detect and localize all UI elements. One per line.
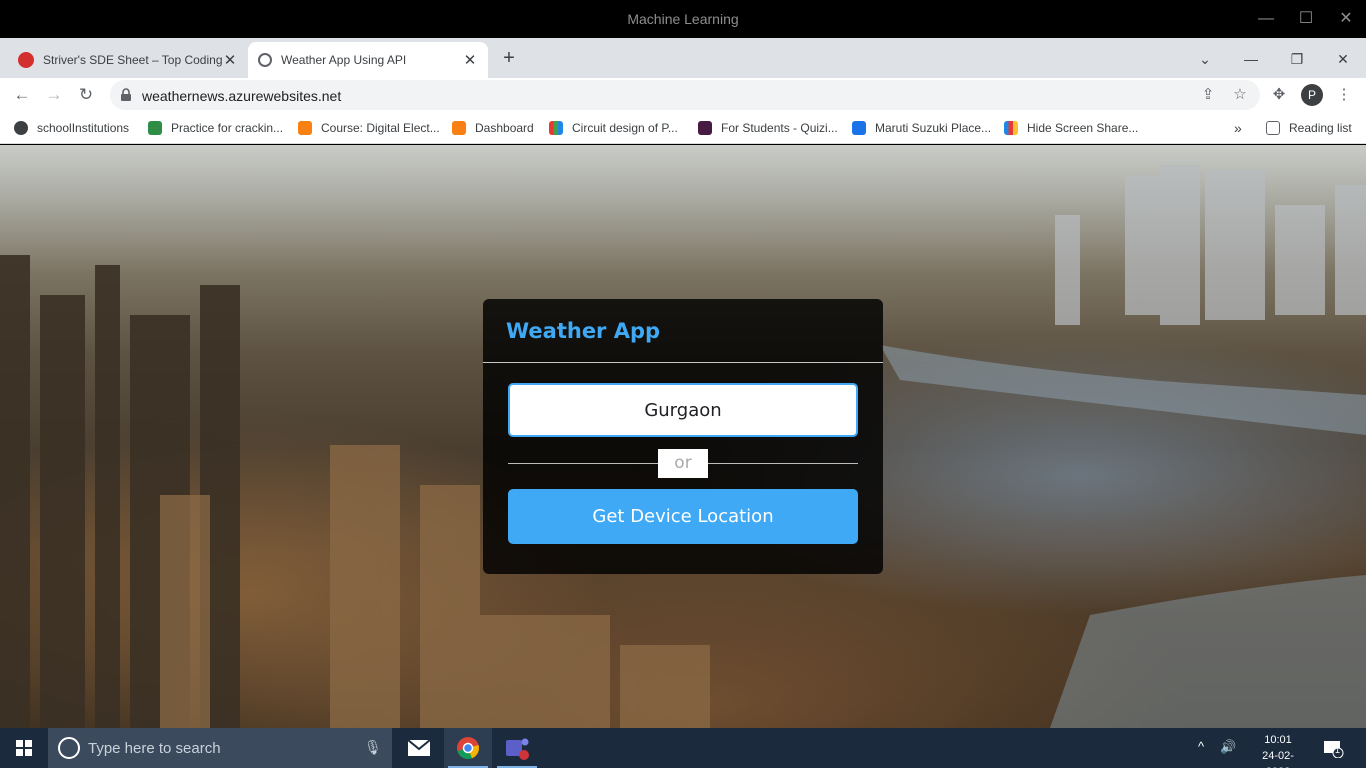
- clock-time: 10:01: [1264, 734, 1292, 746]
- reading-list-icon: [1266, 121, 1280, 135]
- forward-arrow-icon[interactable]: →: [42, 83, 66, 107]
- close-tab-icon[interactable]: ✕: [222, 51, 238, 69]
- tab-label: Striver's SDE Sheet – Top Coding: [43, 53, 222, 67]
- bookmark-label: schoolInstitutions: [37, 121, 130, 135]
- bookmark-label: Hide Screen Share...: [1027, 121, 1139, 135]
- bookmark-label: Course: Digital Elect...: [321, 121, 440, 135]
- restore-browser-button[interactable]: ❐: [1286, 48, 1308, 70]
- close-window-button[interactable]: ✕: [1336, 9, 1356, 29]
- bookmark-item[interactable]: Hide Screen Share...: [1004, 118, 1138, 138]
- maximize-window-button[interactable]: ☐: [1296, 9, 1316, 29]
- teams-app-icon[interactable]: [493, 728, 541, 768]
- reading-list-button[interactable]: Reading list: [1266, 118, 1352, 138]
- new-tab-button[interactable]: +: [498, 48, 520, 70]
- moodle-icon: [452, 121, 466, 135]
- volume-icon[interactable]: 🔊: [1220, 739, 1236, 768]
- share-icon[interactable]: ⇪: [1198, 85, 1218, 105]
- gfg-icon: [148, 121, 162, 135]
- bookmark-item[interactable]: Course: Digital Elect...: [298, 118, 440, 138]
- extensions-puzzle-icon[interactable]: ✥: [1268, 84, 1290, 106]
- globe-favicon-icon: [258, 53, 272, 67]
- mail-app-icon[interactable]: [395, 728, 443, 768]
- page-content: Weather App or Get Device Location: [0, 145, 1366, 728]
- close-tab-icon[interactable]: ✕: [462, 51, 478, 69]
- bookmark-item[interactable]: Dashboard: [452, 118, 534, 138]
- chat-bubble-icon: [1324, 741, 1344, 759]
- bookmark-item[interactable]: For Students - Quizi...: [698, 118, 838, 138]
- search-placeholder: Type here to search: [88, 740, 221, 757]
- clock-date: 24-02-2022: [1262, 750, 1294, 768]
- envelope-icon: [407, 739, 431, 756]
- chrome-app-icon[interactable]: [444, 728, 492, 768]
- bookmark-label: Circuit design of P...: [572, 121, 678, 135]
- reload-icon[interactable]: ↻: [74, 83, 98, 107]
- tuf-favicon-icon: [18, 52, 34, 68]
- tab-search-chevron-icon[interactable]: ⌄: [1194, 48, 1216, 70]
- notification-center-icon[interactable]: 1: [1322, 738, 1344, 759]
- bookmark-item[interactable]: Practice for crackin...: [148, 118, 283, 138]
- grid-icon: [549, 121, 563, 135]
- back-arrow-icon[interactable]: ←: [10, 83, 34, 107]
- lock-icon: [121, 88, 131, 101]
- bookmark-label: Practice for crackin...: [171, 121, 284, 135]
- url-text: weathernews.azurewebsites.net: [142, 88, 342, 104]
- teams-icon: [506, 738, 529, 760]
- globe-icon: [14, 121, 28, 135]
- minimize-window-button[interactable]: —: [1256, 9, 1276, 29]
- minimize-browser-button[interactable]: —: [1240, 48, 1262, 70]
- title-divider: [483, 362, 883, 363]
- system-clock[interactable]: 10:01 24-02-2022: [1250, 732, 1306, 768]
- address-bar[interactable]: weathernews.azurewebsites.net ⇪ ☆: [110, 80, 1260, 110]
- window-title: Machine Learning: [627, 11, 739, 27]
- chrome-icon: [457, 737, 479, 760]
- bars-icon: [1004, 121, 1018, 135]
- moodle-icon: [298, 121, 312, 135]
- bookmark-label: Dashboard: [475, 121, 534, 135]
- search-circle-icon: [58, 737, 80, 759]
- browser-toolbar: ← → ↻ weathernews.azurewebsites.net ⇪ ☆ …: [0, 78, 1366, 112]
- quizizz-icon: [698, 121, 712, 135]
- menu-kebab-icon[interactable]: ⋮: [1333, 84, 1355, 106]
- close-browser-button[interactable]: ✕: [1332, 48, 1354, 70]
- tab-weather-app[interactable]: Weather App Using API ✕: [248, 42, 488, 78]
- bookmark-item[interactable]: Circuit design of P...: [549, 118, 678, 138]
- bookmark-star-icon[interactable]: ☆: [1230, 85, 1250, 105]
- windows-taskbar: Type here to search 🎙 ^ 🔊 10:01 24-02-20…: [0, 728, 1366, 768]
- tab-label: Weather App Using API: [281, 53, 407, 67]
- reading-list-label: Reading list: [1289, 121, 1352, 135]
- weather-app-card: Weather App or Get Device Location: [483, 299, 883, 574]
- bookmark-label: For Students - Quizi...: [721, 121, 838, 135]
- window-title-bar: Machine Learning — ☐ ✕: [0, 0, 1366, 38]
- more-bookmarks-chevron-icon[interactable]: »: [1234, 118, 1242, 138]
- bookmark-item[interactable]: schoolInstitutions: [14, 118, 129, 138]
- tab-striver-sde-sheet[interactable]: Striver's SDE Sheet – Top Coding ✕: [8, 42, 248, 78]
- microphone-icon[interactable]: 🎙: [364, 739, 382, 756]
- y-icon: [852, 121, 866, 135]
- show-hidden-icons-chevron-icon[interactable]: ^: [1198, 739, 1204, 768]
- get-device-location-button[interactable]: Get Device Location: [508, 489, 858, 544]
- bookmarks-bar: schoolInstitutions Practice for crackin.…: [0, 112, 1366, 144]
- profile-avatar[interactable]: P: [1301, 84, 1323, 106]
- windows-start-icon[interactable]: [0, 728, 48, 768]
- notification-count-badge: 1: [1335, 745, 1341, 755]
- tab-strip: Striver's SDE Sheet – Top Coding ✕ Weath…: [0, 38, 1366, 78]
- app-title: Weather App: [506, 319, 661, 343]
- or-label: or: [658, 449, 708, 478]
- bookmark-item[interactable]: Maruti Suzuki Place...: [852, 118, 991, 138]
- taskbar-search-box[interactable]: Type here to search 🎙: [48, 728, 392, 768]
- city-input[interactable]: [508, 383, 858, 437]
- bookmark-label: Maruti Suzuki Place...: [875, 121, 992, 135]
